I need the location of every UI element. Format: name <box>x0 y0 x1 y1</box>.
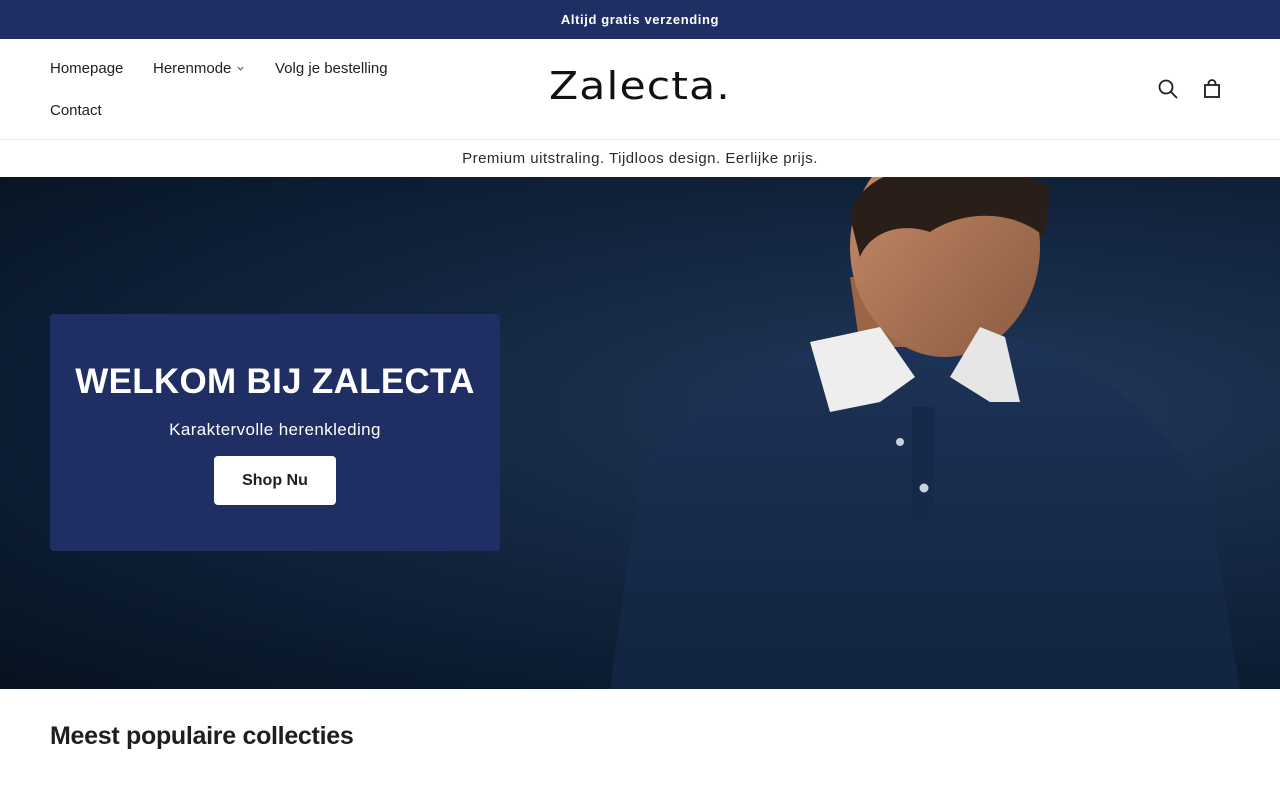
site-logo[interactable]: Zalecta. <box>528 61 752 111</box>
tagline-bar: Premium uitstraling. Tijdloos design. Ee… <box>0 140 1280 177</box>
announcement-text: Altijd gratis verzending <box>560 12 720 27</box>
search-button[interactable] <box>1156 77 1180 101</box>
hero-banner: WELKOM BIJ ZALECTA Karaktervolle herenkl… <box>0 177 1280 689</box>
search-icon <box>1158 79 1178 99</box>
tagline-text: Premium uitstraling. Tijdloos design. Ee… <box>462 150 818 167</box>
chevron-down-icon <box>237 66 244 71</box>
hero-subtitle: Karaktervolle herenkleding <box>169 420 381 439</box>
nav-item-label: Contact <box>50 101 102 119</box>
shop-now-button[interactable]: Shop Nu <box>214 456 336 505</box>
nav-item-homepage[interactable]: Homepage <box>50 58 123 78</box>
hero-card: WELKOM BIJ ZALECTA Karaktervolle herenkl… <box>50 314 500 551</box>
nav-item-herenmode[interactable]: Herenmode <box>153 58 245 78</box>
nav-item-label: Homepage <box>50 59 124 77</box>
hero-title: WELKOM BIJ ZALECTA <box>75 362 475 401</box>
nav-item-contact[interactable]: Contact <box>50 100 102 120</box>
cart-button[interactable] <box>1200 77 1224 101</box>
nav-item-label: Volg je bestelling <box>275 59 388 77</box>
bag-icon <box>1204 79 1220 98</box>
announcement-bar: Altijd gratis verzending <box>0 0 1280 39</box>
nav-item-label: Herenmode <box>153 59 232 77</box>
site-header: Homepage Herenmode Volg je bestelling Co… <box>0 39 1280 140</box>
section-title: Meest populaire collecties <box>50 722 354 750</box>
nav-item-volg-je-bestelling[interactable]: Volg je bestelling <box>275 58 388 78</box>
